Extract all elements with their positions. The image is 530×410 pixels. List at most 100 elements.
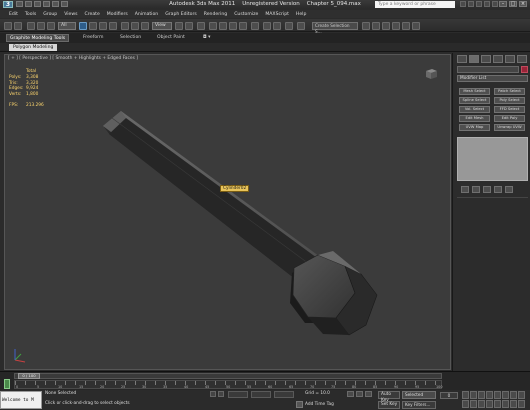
material-editor-icon[interactable] — [382, 22, 390, 30]
schematic-view-icon[interactable] — [372, 22, 380, 30]
walk-through-icon[interactable] — [502, 400, 509, 408]
subscription-icon[interactable] — [468, 1, 474, 7]
pin-stack-icon[interactable] — [461, 186, 469, 193]
key-mode-icon[interactable] — [347, 391, 354, 397]
maximize-icon[interactable]: □ — [509, 1, 517, 7]
modifier-stack[interactable] — [457, 137, 528, 181]
show-end-result-icon[interactable] — [472, 186, 480, 193]
set-key-icon[interactable] — [356, 391, 363, 397]
select-by-name-icon[interactable] — [89, 22, 97, 30]
window-crossing-icon[interactable] — [109, 22, 117, 30]
field-of-view-icon[interactable] — [494, 391, 501, 399]
help-icon[interactable] — [492, 1, 498, 7]
dolly-icon[interactable] — [518, 400, 525, 408]
vol-select-button[interactable]: Vol. Select — [459, 106, 490, 113]
snaps-toggle-icon[interactable] — [209, 22, 217, 30]
rect-selection-icon[interactable] — [99, 22, 107, 30]
tab-graphite-modeling-tools[interactable]: Graphite Modeling Tools — [6, 34, 70, 42]
graphite-toggle-icon[interactable] — [297, 22, 305, 30]
spline-select-button[interactable]: Spline Select — [459, 97, 490, 104]
prev-frame-icon[interactable] — [470, 400, 477, 408]
menu-create[interactable]: Create — [85, 12, 100, 17]
zoom-icon[interactable] — [462, 391, 469, 399]
communication-icon[interactable] — [476, 1, 482, 7]
time-slider-thumb[interactable]: 0 / 100 — [18, 373, 40, 379]
search-icon[interactable] — [460, 1, 466, 7]
modifier-list-dropdown[interactable]: Modifier List — [457, 75, 528, 82]
patch-select-button[interactable]: Patch Select — [494, 88, 525, 95]
key-selection-dropdown[interactable]: Selected — [402, 391, 436, 399]
object-name-field[interactable] — [457, 66, 519, 73]
maxscript-listener[interactable]: Welcome to M — [0, 391, 42, 409]
polygon-modeling-button[interactable]: Polygon Modeling — [9, 44, 58, 51]
spinner-snap-icon[interactable] — [239, 22, 247, 30]
auto-key-button[interactable]: Auto Key — [378, 391, 400, 403]
render-production-icon[interactable] — [412, 22, 420, 30]
curve-editor-icon[interactable] — [362, 22, 370, 30]
select-link-icon[interactable] — [27, 22, 35, 30]
display-tab-icon[interactable] — [505, 55, 515, 63]
move-icon[interactable] — [121, 22, 129, 30]
modify-tab-icon[interactable] — [469, 55, 479, 63]
go-to-end-icon[interactable] — [486, 400, 493, 408]
bind-space-warp-icon[interactable] — [47, 22, 55, 30]
mini-curve-editor-icon[interactable] — [4, 379, 10, 389]
maximize-viewport-icon[interactable] — [518, 391, 525, 399]
undo-toolbar-icon[interactable] — [4, 22, 12, 30]
selection-filter-dropdown[interactable]: All — [58, 22, 76, 30]
zoom-extents-icon[interactable] — [478, 391, 485, 399]
menu-maxscript[interactable]: MAXScript — [265, 12, 289, 17]
object-color-swatch[interactable] — [521, 66, 528, 73]
utilities-tab-icon[interactable] — [517, 55, 527, 63]
close-icon[interactable]: × — [519, 1, 527, 7]
perspective-viewport[interactable]: [ + ] [ Perspective ] [ Smooth + Highlig… — [4, 54, 451, 370]
menu-graph-editors[interactable]: Graph Editors — [165, 12, 197, 17]
z-coordinate-field[interactable] — [274, 391, 294, 398]
menu-group[interactable]: Group — [43, 12, 57, 17]
region-zoom-icon[interactable] — [510, 400, 517, 408]
select-manipulate-icon[interactable] — [185, 22, 193, 30]
hierarchy-tab-icon[interactable] — [481, 55, 491, 63]
create-tab-icon[interactable] — [457, 55, 467, 63]
absolute-mode-icon[interactable] — [218, 391, 224, 397]
add-time-tag-button[interactable]: Add Time Tag — [305, 402, 334, 407]
tab-object-paint[interactable]: Object Paint — [154, 34, 188, 42]
motion-tab-icon[interactable] — [493, 55, 503, 63]
ffd-select-button[interactable]: FFD Select — [494, 106, 525, 113]
viewcube-icon[interactable] — [424, 68, 438, 80]
unwrap-uvw-button[interactable]: Unwrap UVW — [494, 124, 525, 131]
favorites-icon[interactable] — [484, 1, 490, 7]
unlink-icon[interactable] — [37, 22, 45, 30]
redo-toolbar-icon[interactable] — [14, 22, 22, 30]
edit-named-selection-icon[interactable] — [251, 22, 259, 30]
zoom-all-icon[interactable] — [470, 391, 477, 399]
menu-tools[interactable]: Tools — [25, 12, 36, 17]
mesh-select-button[interactable]: Mesh Select — [459, 88, 490, 95]
minimize-icon[interactable]: – — [499, 1, 507, 7]
remove-modifier-icon[interactable] — [494, 186, 502, 193]
configure-sets-icon[interactable] — [505, 186, 513, 193]
lock-selection-icon[interactable] — [210, 391, 216, 397]
reference-coord-dropdown[interactable]: View — [152, 22, 172, 30]
render-setup-icon[interactable] — [392, 22, 400, 30]
menu-help[interactable]: Help — [296, 12, 306, 17]
help-search-input[interactable]: Type a keyword or phrase — [375, 1, 455, 8]
rendered-frame-icon[interactable] — [402, 22, 410, 30]
percent-snap-icon[interactable] — [229, 22, 237, 30]
mirror-icon[interactable] — [263, 22, 271, 30]
track-bar[interactable]: 0 5 10 15 20 25 30 35 40 45 50 55 60 65 70 75 80 85 90 95 10… — [14, 380, 442, 389]
time-config-icon[interactable] — [494, 400, 501, 408]
edit-poly-button[interactable]: Edit Poly — [494, 115, 525, 122]
menu-customize[interactable]: Customize — [234, 12, 258, 17]
angle-snap-icon[interactable] — [219, 22, 227, 30]
keyboard-shortcut-icon[interactable] — [197, 22, 205, 30]
layer-manager-icon[interactable] — [285, 22, 293, 30]
make-unique-icon[interactable] — [483, 186, 491, 193]
tab-freeform[interactable]: Freeform — [80, 34, 106, 42]
menu-views[interactable]: Views — [64, 12, 77, 17]
menu-rendering[interactable]: Rendering — [204, 12, 227, 17]
align-icon[interactable] — [273, 22, 281, 30]
pivot-center-icon[interactable] — [175, 22, 183, 30]
orbit-icon[interactable] — [510, 391, 517, 399]
play-icon[interactable] — [462, 400, 469, 408]
